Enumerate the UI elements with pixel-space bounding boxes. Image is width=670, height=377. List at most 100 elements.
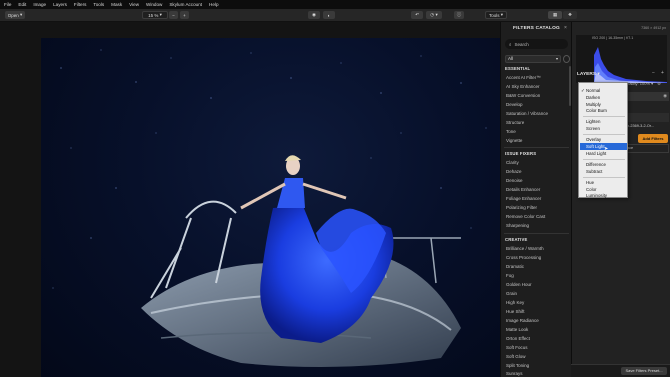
menu-mask[interactable]: Mask [111,2,122,7]
blend-option[interactable]: Subtract [586,169,602,174]
remove-layer-icon[interactable]: − [652,70,655,76]
section-essential: ESSENTIAL [505,66,531,71]
menu-layers[interactable]: Layers [53,2,67,7]
section-issue-fixers: ISSUE FIXERS [505,151,537,156]
save-filters-preset-button[interactable]: Save Filters Preset... [621,367,667,375]
filter-item[interactable]: Cross Processing [506,255,541,260]
filter-item[interactable]: Dramatic [506,264,524,269]
filter-item[interactable]: Develop [506,102,523,107]
blend-option[interactable]: Luminosity [586,193,607,198]
filter-item[interactable]: Sunrays [506,371,523,376]
filter-item[interactable]: High Key [506,300,524,305]
filter-item[interactable]: Sharpening [506,223,529,228]
menu-filters[interactable]: Filters [74,2,87,7]
blend-option[interactable]: Darken [586,95,600,100]
filter-item[interactable]: Remove Color Cast [506,214,545,219]
filter-item[interactable]: AI Sky Enhancer [506,84,540,89]
filter-item[interactable]: Hue Shift [506,309,525,314]
gear-icon[interactable]: ⚙ [657,81,661,86]
filter-item[interactable]: Split Toning [506,363,529,368]
menu-edit[interactable]: Edit [18,2,26,7]
opacity-value: 100% [639,81,651,86]
filter-item[interactable]: Accent AI Filter™ [506,75,541,80]
layer-row-adjustment[interactable]: ◉ [624,92,669,101]
undo-button[interactable]: ↶ [411,11,423,19]
eye-icon[interactable]: ◉ [663,93,667,99]
filter-item[interactable]: Orton Effect [506,336,530,341]
mouse-cursor-icon: ➤ [604,146,609,152]
open-button[interactable]: Open ▾ [5,11,25,19]
toolbar: Open ▾ 15 % ▾ − + ◉ ◐ ↶ ◷ ▾ ⓘ Tools ▾ ▦ … [0,9,670,22]
filter-item[interactable]: B&W Conversion [506,93,540,98]
filter-item[interactable]: Clarity [506,160,519,165]
menu-skylum-account[interactable]: Skylum Account [169,2,202,7]
blend-option[interactable]: Normal [586,88,600,93]
image-dimensions: 7360 × 4912 px [641,26,666,30]
filter-item[interactable]: Image Radiance [506,318,539,323]
preview-button[interactable]: ◉ [308,11,320,19]
filter-item[interactable]: Brilliance / Warmth [506,246,544,251]
photo-canvas[interactable] [41,38,500,377]
filter-item[interactable]: Structure [506,120,524,125]
filter-item[interactable]: Tone [506,129,516,134]
blend-mode-menu: ✓ Normal Darken Multiply Color Burn Ligh… [578,82,628,198]
menu-window[interactable]: Window [146,2,162,7]
filter-item[interactable]: Fog [506,273,514,278]
catalog-options-button[interactable] [563,55,570,63]
tools-select[interactable]: Tools ▾ [485,11,507,19]
blend-option[interactable]: Screen [586,126,600,131]
filter-item[interactable]: Polarizing Filter [506,205,537,210]
filter-item[interactable]: Soft Glow [506,354,526,359]
menu-separator [583,116,625,117]
layer-row-image[interactable] [624,113,669,122]
canvas-area[interactable] [0,22,500,377]
filter-item[interactable]: Details Enhancer [506,187,540,192]
chevron-down-icon: ▾ [500,12,504,17]
close-icon[interactable]: × [564,25,567,31]
catalog-select-value: All [508,56,514,61]
filter-item[interactable]: Vignette [506,138,522,143]
menu-file[interactable]: File [4,2,11,7]
layers-view-button[interactable]: ❖ [563,11,577,19]
history-button[interactable]: ◷ ▾ [426,11,442,19]
zoom-in-button[interactable]: + [180,11,189,19]
section-creative: CREATIVE [505,237,528,242]
filter-item[interactable]: Denoise [506,178,523,183]
menu-tools[interactable]: Tools [93,2,104,7]
blend-option[interactable]: Hue [586,180,594,185]
menu-view[interactable]: View [129,2,139,7]
filter-item[interactable]: Foliage Enhancer [506,196,541,201]
zoom-label: 15 % [148,12,159,18]
opacity-control[interactable]: Opacity: 100% ▾ ⚙ [624,81,661,86]
filter-item[interactable]: Golden Hour [506,282,532,287]
blend-option[interactable]: Multiply [586,102,601,107]
zoom-select[interactable]: 15 % ▾ [142,11,168,19]
catalog-filter-select[interactable]: All ▾ [505,55,561,63]
filter-item[interactable]: Saturation / Vibrance [506,111,548,116]
blend-option[interactable]: Color Burn [586,108,607,113]
blend-option[interactable]: Overlay [586,137,601,142]
blend-option[interactable]: Color [586,187,597,192]
compare-icon: ◐ [327,12,331,18]
info-icon: ⓘ [456,12,462,17]
menu-separator [583,159,625,160]
filter-item[interactable]: Soft Focus [506,345,528,350]
add-layer-icon[interactable]: + [661,70,664,76]
search-icon: ⌕ [509,41,512,47]
plus-icon: + [183,12,186,18]
info-button[interactable]: ⓘ [454,11,464,19]
blend-option[interactable]: Difference [586,162,606,167]
filter-item[interactable]: Matte Look [506,327,528,332]
zoom-out-button[interactable]: − [169,11,178,19]
menu-image[interactable]: Image [33,2,46,7]
compare-button[interactable]: ◐ [323,11,335,19]
filter-item[interactable]: Dehaze [506,169,522,174]
catalog-search-input[interactable]: ⌕ Search [505,39,568,49]
menu-separator [583,177,625,178]
blend-option[interactable]: Lighten [586,119,600,124]
add-filters-button[interactable]: Add Filters [638,134,668,143]
catalog-view-button[interactable]: ▦ [548,11,562,19]
blend-option-soft-light[interactable]: Soft Light [586,144,605,149]
menu-help[interactable]: Help [209,2,218,7]
filter-item[interactable]: Grain [506,291,517,296]
